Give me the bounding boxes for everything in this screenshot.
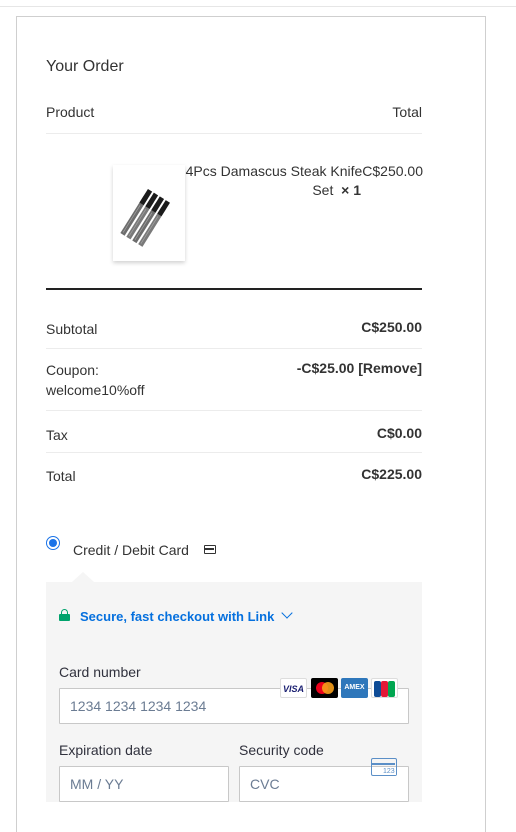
- subtotal-value: C$250.00: [361, 319, 422, 335]
- coupon-label: Coupon: welcome10%off: [46, 362, 145, 398]
- credit-card-icon: [204, 545, 216, 554]
- coupon-value-remove-link[interactable]: -C$25.00 [Remove]: [297, 360, 422, 376]
- header-divider: [46, 133, 422, 134]
- product-qty-line: Set × 1: [185, 182, 361, 198]
- product-column-header: Product: [46, 104, 95, 120]
- mastercard-icon: [311, 678, 338, 698]
- total-label: Total: [46, 468, 76, 484]
- amex-icon: AMEX: [341, 678, 368, 698]
- lock-icon: [59, 609, 70, 621]
- order-title: Your Order: [46, 58, 124, 75]
- visa-icon: VISA: [280, 678, 307, 698]
- product-name-continued: Set: [312, 182, 334, 198]
- payment-method-label[interactable]: Credit / Debit Card: [73, 542, 189, 558]
- panel-pointer: [72, 572, 94, 582]
- product-quantity: × 1: [341, 182, 361, 198]
- top-divider: [0, 6, 516, 7]
- credit-card-radio[interactable]: [46, 536, 60, 550]
- card-number-label: Card number: [59, 664, 141, 680]
- expiry-label: Expiration date: [59, 742, 153, 758]
- total-value: C$225.00: [361, 466, 422, 482]
- order-table-header: Product Total: [46, 104, 422, 120]
- cvc-label: Security code: [239, 742, 324, 758]
- jcb-icon: [371, 678, 398, 698]
- row-divider: [46, 452, 422, 453]
- knife-set-icon: [120, 188, 170, 247]
- product-name-and-price: 4Pcs Damascus Steak KnifeC$250.00: [185, 163, 423, 179]
- tax-label: Tax: [46, 427, 68, 443]
- product-image[interactable]: [113, 165, 185, 261]
- subtotal-label: Subtotal: [46, 321, 98, 337]
- link-checkout-button[interactable]: Secure, fast checkout with Link: [80, 609, 274, 624]
- tax-value: C$0.00: [376, 425, 422, 441]
- row-divider: [46, 348, 422, 349]
- items-totals-divider: [46, 288, 422, 290]
- expiry-input[interactable]: MM / YY: [59, 766, 229, 802]
- total-column-header: Total: [392, 104, 422, 120]
- cvc-icon-number: 123: [382, 768, 396, 775]
- row-divider: [46, 410, 422, 411]
